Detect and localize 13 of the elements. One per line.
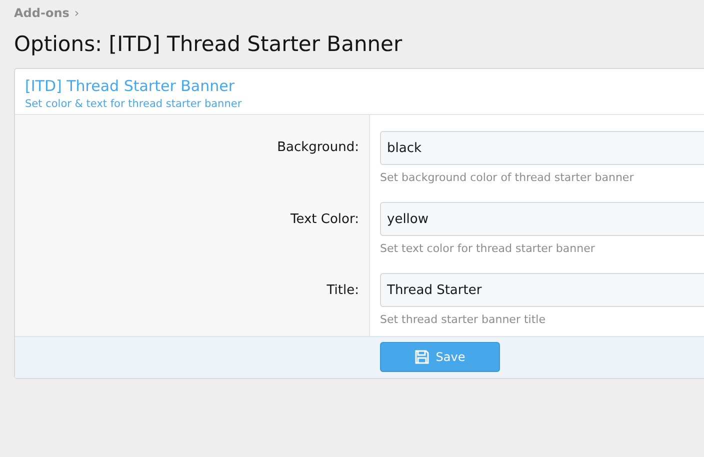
input-field[interactable]: black	[380, 131, 704, 165]
option-hint: Set text color for thread starter banner	[380, 242, 596, 255]
panel-title: [ITD] Thread Starter Banner	[25, 77, 236, 95]
option-label: Background:	[277, 140, 359, 157]
option-hint: Set thread starter banner title	[380, 313, 546, 326]
input-field[interactable]: yellow	[380, 202, 704, 236]
option-label: Title:	[326, 283, 359, 300]
breadcrumb-separator: ›	[74, 6, 80, 22]
page-title: Options: [ITD] Thread Starter Banner	[14, 31, 404, 58]
option-hint: Set background color of thread starter banner	[380, 171, 635, 184]
option-label: Text Color:	[290, 212, 359, 229]
input-field[interactable]: Thread Starter	[380, 273, 704, 307]
panel-description: Set color & text for thread starter banner	[25, 98, 243, 110]
